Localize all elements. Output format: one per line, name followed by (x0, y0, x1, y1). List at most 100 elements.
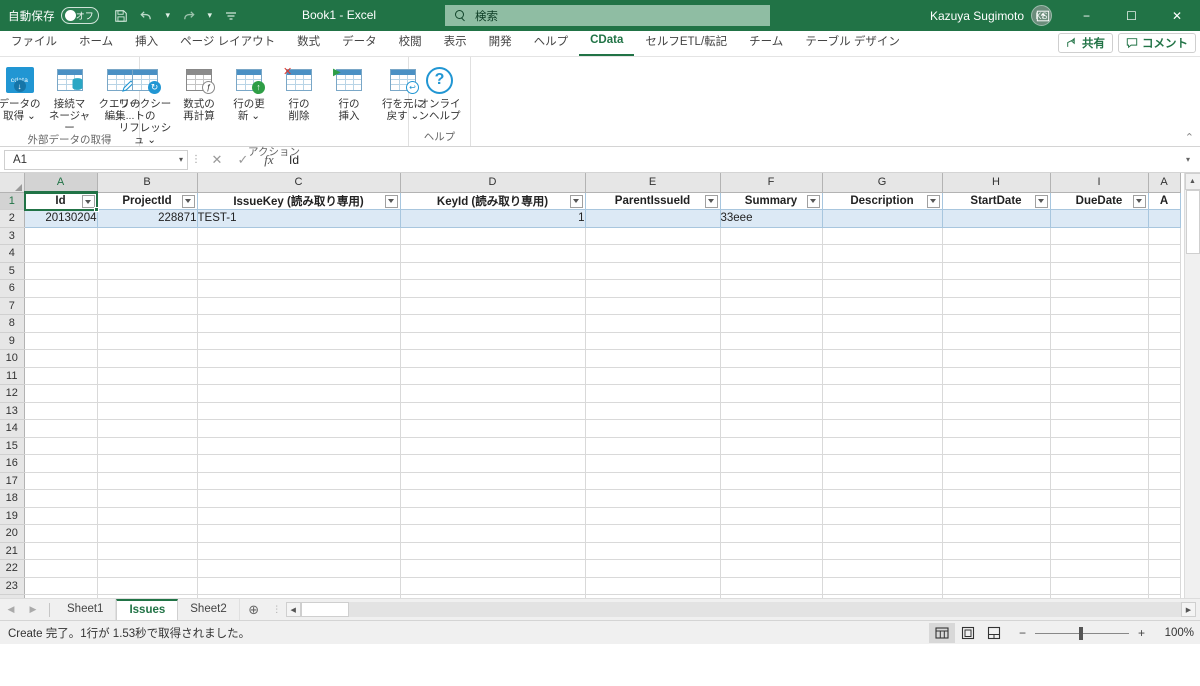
row-header-5[interactable]: 5 (0, 262, 25, 280)
empty-cell[interactable] (585, 262, 721, 280)
empty-cell[interactable] (942, 262, 1051, 280)
empty-cell[interactable] (1148, 367, 1181, 385)
tab-view[interactable]: 表示 (433, 32, 478, 56)
empty-cell[interactable] (97, 314, 198, 333)
tab-home[interactable]: ホーム (68, 32, 124, 56)
row-header-16[interactable]: 16 (0, 454, 25, 473)
empty-cell[interactable] (720, 577, 823, 595)
column-header-g[interactable]: G (822, 173, 943, 193)
empty-cell[interactable] (585, 279, 721, 298)
empty-cell[interactable] (400, 542, 586, 560)
filter-dropdown-icon[interactable] (704, 194, 718, 208)
empty-cell[interactable] (400, 507, 586, 525)
empty-cell[interactable] (24, 507, 98, 525)
empty-cell[interactable] (24, 419, 98, 438)
empty-cell[interactable] (24, 314, 98, 333)
empty-cell[interactable] (1148, 402, 1181, 420)
empty-cell[interactable] (720, 489, 823, 508)
empty-cell[interactable] (822, 227, 943, 245)
tab-review[interactable]: 校閲 (388, 32, 433, 56)
empty-cell[interactable] (942, 227, 1051, 245)
empty-cell[interactable] (197, 367, 401, 385)
empty-cell[interactable] (197, 437, 401, 455)
empty-cell[interactable] (97, 279, 198, 298)
tab-developer[interactable]: 開発 (478, 32, 523, 56)
empty-cell[interactable] (197, 332, 401, 350)
empty-cell[interactable] (822, 349, 943, 368)
empty-cell[interactable] (97, 419, 198, 438)
empty-cell[interactable] (822, 542, 943, 560)
empty-cell[interactable] (1148, 577, 1181, 595)
empty-cell[interactable] (1050, 489, 1149, 508)
empty-cell[interactable] (942, 279, 1051, 298)
empty-cell[interactable] (942, 472, 1051, 490)
empty-cell[interactable] (822, 297, 943, 315)
empty-cell[interactable] (24, 244, 98, 263)
next-sheet-icon[interactable]: ▶ (22, 604, 44, 615)
empty-cell[interactable] (1050, 279, 1149, 298)
data-cell[interactable]: 1 (400, 209, 586, 228)
tab-file[interactable]: ファイル (0, 32, 68, 56)
empty-cell[interactable] (400, 384, 586, 403)
empty-cell[interactable] (1050, 507, 1149, 525)
empty-cell[interactable] (720, 262, 823, 280)
empty-cell[interactable] (1148, 454, 1181, 473)
table-column-header-cell[interactable]: Summary (720, 191, 823, 210)
empty-cell[interactable] (197, 489, 401, 508)
expand-formula-bar-icon[interactable]: ▾ (1180, 155, 1196, 164)
empty-cell[interactable] (97, 524, 198, 543)
select-all-corner[interactable] (0, 173, 25, 193)
minimize-button[interactable]: − (1064, 0, 1109, 31)
empty-cell[interactable] (1050, 332, 1149, 350)
empty-cell[interactable] (822, 419, 943, 438)
empty-cell[interactable] (942, 577, 1051, 595)
empty-cell[interactable] (720, 244, 823, 263)
tab-page-layout[interactable]: ページ レイアウト (169, 32, 286, 56)
empty-cell[interactable] (24, 384, 98, 403)
row-header-19[interactable]: 19 (0, 507, 25, 525)
sheet-tab-issues[interactable]: Issues (116, 598, 179, 621)
empty-cell[interactable] (585, 594, 721, 598)
empty-cell[interactable] (720, 367, 823, 385)
empty-cell[interactable] (197, 244, 401, 263)
empty-cell[interactable] (400, 577, 586, 595)
zoom-slider-thumb[interactable] (1079, 626, 1083, 640)
empty-cell[interactable] (942, 437, 1051, 455)
data-cell[interactable] (822, 209, 943, 228)
empty-cell[interactable] (822, 559, 943, 578)
zoom-slider[interactable] (1035, 626, 1129, 640)
empty-cell[interactable] (1148, 419, 1181, 438)
column-header-a-partial[interactable]: A (1148, 173, 1181, 193)
row-header-4[interactable]: 4 (0, 244, 25, 263)
page-layout-view-icon[interactable] (955, 623, 981, 643)
column-header-f[interactable]: F (720, 173, 823, 193)
empty-cell[interactable] (1050, 244, 1149, 263)
empty-cell[interactable] (400, 297, 586, 315)
empty-cell[interactable] (1148, 542, 1181, 560)
empty-cell[interactable] (822, 384, 943, 403)
row-header-13[interactable]: 13 (0, 402, 25, 420)
empty-cell[interactable] (942, 419, 1051, 438)
sheet-tab-sheet2[interactable]: Sheet2 (178, 598, 240, 621)
data-cell[interactable] (585, 209, 721, 228)
new-sheet-icon[interactable]: ⊕ (240, 602, 268, 618)
previous-sheet-icon[interactable]: ◀ (0, 604, 22, 615)
empty-cell[interactable] (720, 279, 823, 298)
data-cell[interactable]: 33eee (720, 209, 823, 228)
empty-cell[interactable] (822, 367, 943, 385)
empty-cell[interactable] (942, 349, 1051, 368)
empty-cell[interactable] (24, 227, 98, 245)
empty-cell[interactable] (400, 437, 586, 455)
close-button[interactable]: ✕ (1154, 0, 1200, 31)
table-column-header-cell[interactable]: KeyId (読み取り専用) (400, 191, 586, 210)
empty-cell[interactable] (942, 244, 1051, 263)
row-header-20[interactable]: 20 (0, 524, 25, 543)
empty-cell[interactable] (1050, 437, 1149, 455)
search-input[interactable]: 検索 (445, 5, 770, 26)
empty-cell[interactable] (822, 524, 943, 543)
empty-cell[interactable] (720, 384, 823, 403)
get-data-button[interactable]: cdata↓ データの 取得 ⌄ (0, 60, 45, 122)
empty-cell[interactable] (24, 542, 98, 560)
empty-cell[interactable] (720, 227, 823, 245)
column-header-a[interactable]: A (24, 173, 98, 193)
